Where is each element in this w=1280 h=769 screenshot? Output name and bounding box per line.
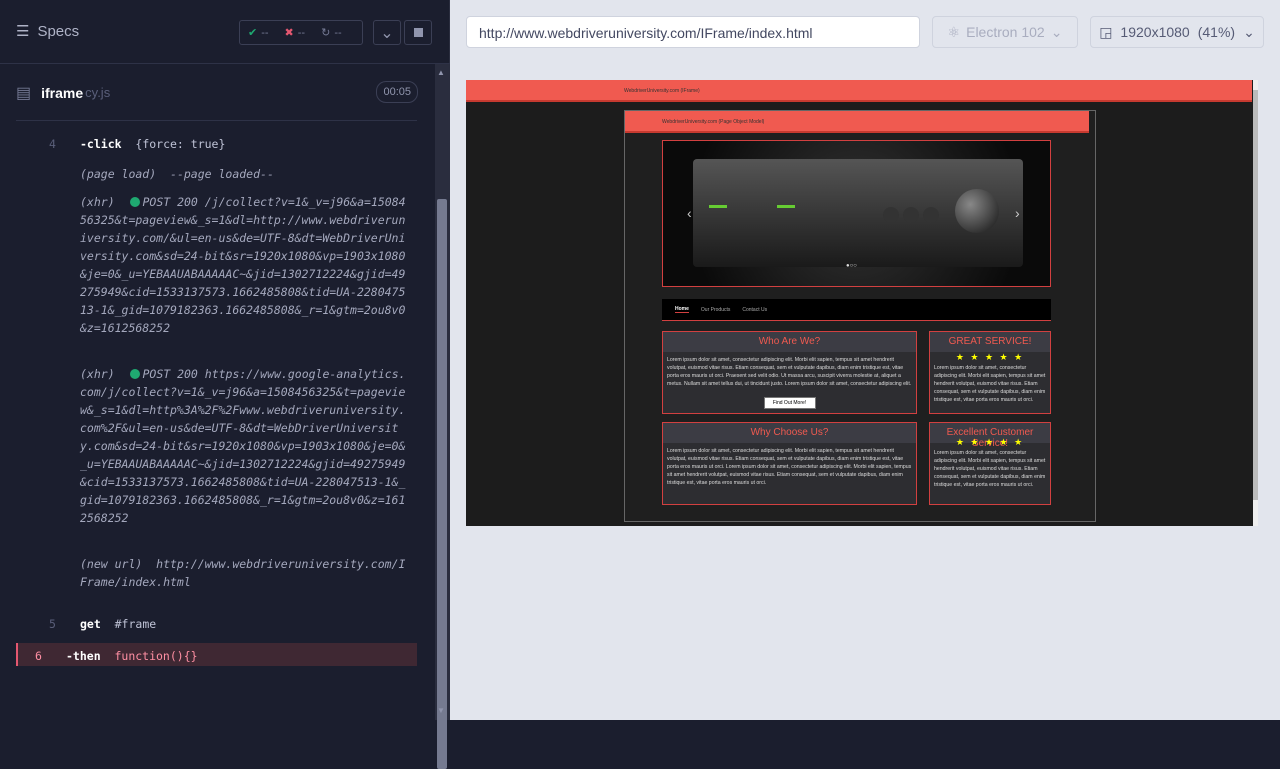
site-topbar: WebdriverUniversity.com (IFrame) [466, 80, 1252, 102]
arrow-up-icon[interactable]: ▲ [437, 68, 445, 77]
command-number: 6 [35, 649, 42, 663]
command-text: (xhr) POST 200 /j/collect?v=1&_v=j96&a=1… [80, 193, 412, 337]
command-part: (new url) [80, 557, 143, 571]
inner-frame: WebdriverUniversity.com (Page Object Mod… [624, 110, 1096, 522]
chevron-down-icon: ⌄ [1050, 23, 1063, 40]
spec-extension: cy.js [85, 85, 111, 100]
stats-bar: ✔ -- ✖ -- ↻ -- [239, 20, 363, 45]
command-row[interactable]: (new url) http://www.webdriveruniversity… [16, 555, 417, 609]
excellent-box: Excellent Customer Service! ★ ★ ★ ★ ★ Lo… [929, 422, 1051, 505]
nav-item-contact-us[interactable]: Contact Us [742, 307, 767, 313]
x-icon: ✖ [284, 27, 294, 39]
command-part: (page load) [80, 167, 157, 181]
arrow-down-icon[interactable]: ▼ [437, 706, 445, 715]
site-title: WebdriverUniversity.com (IFrame) [624, 88, 700, 94]
xhr-status-icon [130, 197, 141, 207]
why-title: Why Choose Us? [663, 423, 916, 443]
command-row[interactable]: (xhr) POST 200 /j/collect?v=1&_v=j96&a=1… [16, 193, 417, 355]
app-iframe: WebdriverUniversity.com (IFrame) Webdriv… [466, 80, 1258, 526]
electron-icon: ⚛ [947, 23, 961, 40]
menu-icon: ☰ [16, 23, 30, 40]
command-part: #frame [100, 617, 157, 631]
aut-panel: http://www.webdriveruniversity.com/IFram… [450, 0, 1280, 720]
great-text: Lorem ipsum dolor sit amet, consectetur … [934, 365, 1046, 403]
command-part: -click [80, 137, 122, 151]
url-bar[interactable]: http://www.webdriveruniversity.com/IFram… [466, 16, 920, 48]
command-text: -click {force: true} [80, 135, 412, 153]
stars-icon: ★ ★ ★ ★ ★ [955, 352, 1025, 362]
specs-toggle[interactable]: ☰ Specs [16, 22, 80, 41]
command-number: 4 [49, 137, 56, 151]
command-text: (new url) http://www.webdriveruniversity… [80, 555, 412, 591]
browser-label: Electron 102 [966, 24, 1045, 40]
command-text: (xhr) POST 200 https://www.google-analyt… [80, 365, 412, 527]
command-part: {force: true} [121, 137, 226, 151]
command-part: POST 200 /j/collect?v=1&_v=j96&a=1508456… [80, 195, 406, 335]
command-row[interactable]: 5 get #frame [16, 615, 417, 633]
scrollbar-thumb[interactable] [437, 199, 447, 769]
stars-icon: ★ ★ ★ ★ ★ [955, 437, 1025, 447]
chevron-down-icon: ⌄ [1243, 23, 1255, 40]
spec-header: ▤ iframe cy.js 00:05 [16, 80, 418, 105]
specs-label: Specs [37, 22, 80, 40]
pending-count: -- [334, 26, 342, 39]
iframe-scrollbar-thumb[interactable] [1253, 90, 1258, 500]
command-part: (xhr) [80, 195, 129, 209]
why-box: Why Choose Us? Lorem ipsum dolor sit ame… [662, 422, 917, 505]
nav-item-home[interactable]: Home [675, 306, 689, 313]
chevron-down-icon: ⌄ [380, 24, 394, 42]
find-out-more-button[interactable]: Find Out More! [763, 397, 816, 409]
command-row[interactable]: (page load) --page loaded-- [16, 165, 417, 183]
excellent-text: Lorem ipsum dolor sit amet, consectetur … [934, 450, 1046, 488]
command-row[interactable]: 6 -then function(){} [16, 643, 417, 666]
command-text: (page load) --page loaded-- [80, 165, 412, 183]
command-row[interactable]: (xhr) POST 200 https://www.google-analyt… [16, 365, 417, 527]
stop-button[interactable] [404, 20, 432, 45]
amplifier-image [693, 159, 1023, 267]
nav-item-our-products[interactable]: Our Products [701, 307, 730, 313]
command-part: get [80, 617, 101, 631]
viewport-info[interactable]: ◲ 1920x1080 (41%) ⌄ [1090, 16, 1264, 48]
great-title: GREAT SERVICE! [930, 332, 1050, 352]
great-box: GREAT SERVICE! ★ ★ ★ ★ ★ Lorem ipsum dol… [929, 331, 1051, 414]
reporter-panel: ☰ Specs ✔ -- ✖ -- ↻ -- ⌄ ▤ iframe cy.js 00:… [0, 0, 450, 769]
expand-button[interactable]: ⌄ [373, 20, 401, 45]
scrollbar[interactable]: ▲ ▼ [435, 64, 449, 769]
file-icon: ▤ [16, 84, 32, 102]
inner-topbar: WebdriverUniversity.com (Page Object Mod… [625, 111, 1089, 133]
specs-header: ☰ Specs ✔ -- ✖ -- ↻ -- ⌄ [0, 0, 450, 64]
command-row[interactable]: 4 -click {force: true} [16, 135, 417, 153]
who-box: Who Are We? Lorem ipsum dolor sit amet, … [662, 331, 917, 414]
site-nav: Home Our Products Contact Us [662, 299, 1051, 321]
viewport-scale: (41%) [1197, 24, 1236, 40]
viewport-icon: ◲ [1099, 23, 1113, 40]
command-part: (xhr) [80, 367, 129, 381]
command-part: --page loaded-- [156, 167, 274, 181]
browser-selector[interactable]: ⚛ Electron 102 ⌄ [932, 16, 1078, 48]
inner-title: WebdriverUniversity.com (Page Object Mod… [662, 119, 765, 125]
passed-count: -- [261, 26, 269, 39]
carousel-indicators[interactable]: ●○○ [846, 263, 857, 269]
viewport-size: 1920x1080 [1120, 24, 1190, 40]
pending-icon: ↻ [321, 27, 331, 39]
chevron-left-icon[interactable]: ‹ [687, 205, 692, 221]
command-text: get #frame [80, 615, 412, 633]
spec-timer: 00:05 [376, 81, 418, 103]
check-icon: ✔ [248, 27, 258, 39]
command-log: 4 -click {force: true} (page load) --page … [16, 120, 417, 666]
failed-count: -- [297, 26, 306, 39]
command-number: 5 [49, 617, 56, 631]
who-text: Lorem ipsum dolor sit amet, consectetur … [667, 357, 912, 387]
stop-icon [413, 28, 423, 37]
who-title: Who Are We? [663, 332, 916, 352]
spec-name[interactable]: iframe [41, 85, 83, 101]
command-part: function(){} [100, 649, 198, 663]
xhr-status-icon [130, 369, 141, 379]
command-text: -then function(){} [66, 647, 398, 665]
image-carousel[interactable]: ‹ › ●○○ [662, 140, 1051, 287]
chevron-right-icon[interactable]: › [1015, 205, 1020, 221]
command-part: POST 200 https://www.google-analytics.co… [80, 367, 406, 525]
command-part: -then [66, 649, 101, 663]
why-text: Lorem ipsum dolor sit amet, consectetur … [667, 448, 912, 486]
